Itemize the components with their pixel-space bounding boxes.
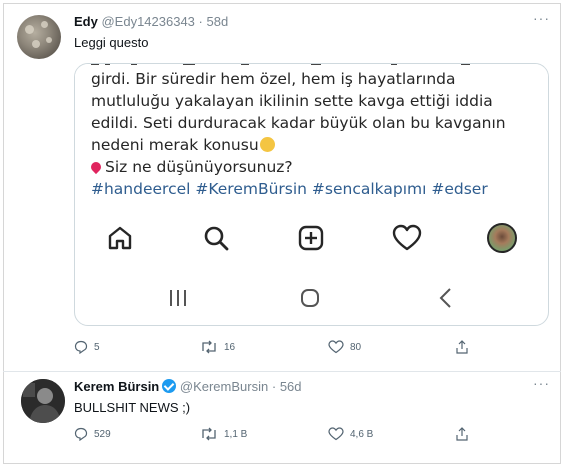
- back-chevron-icon[interactable]: [431, 284, 461, 312]
- avatar-kerem-bursin[interactable]: [21, 379, 65, 423]
- reply-button[interactable]: 5: [74, 340, 100, 354]
- separator-dot: ·: [271, 379, 277, 394]
- caption-hashtags[interactable]: #handeercel #KeremBürsin #sencalkapımı #…: [91, 178, 506, 200]
- like-heart-icon: [328, 340, 344, 354]
- heart-icon[interactable]: [391, 222, 423, 254]
- caption-line-1: girdi. Bir süredir hem özel, hem iş haya…: [91, 70, 456, 88]
- more-options-icon[interactable]: ···: [533, 375, 550, 391]
- caption-line-2: mutluluğu yakalayan ikilinin sette kavga…: [91, 92, 493, 110]
- instagram-caption: girdi. Bir süredir hem özel, hem iş haya…: [75, 64, 548, 214]
- thinking-emoji-icon: [259, 137, 275, 152]
- separator-dot: ·: [198, 14, 203, 29]
- retweet-button[interactable]: 1,1 B: [200, 427, 247, 441]
- instagram-nav-bar: [75, 214, 548, 262]
- share-button[interactable]: [455, 340, 469, 354]
- cropped-text-edge: [91, 64, 470, 65]
- like-count: 4,6 B: [350, 428, 374, 440]
- retweet-icon: [202, 427, 216, 441]
- search-icon[interactable]: [200, 222, 232, 254]
- reply-icon: [74, 340, 88, 354]
- author-name[interactable]: Kerem Bürsin: [74, 379, 159, 394]
- share-icon: [456, 427, 468, 441]
- tweet2-actions: 529 1,1 B 4,6 B: [74, 427, 474, 447]
- tweet2-header: Kerem Bürsin @KeremBursin · 56d: [74, 379, 302, 394]
- tweet1-actions: 5 16 80: [74, 340, 474, 360]
- reply-count: 529: [94, 428, 111, 440]
- share-icon: [456, 340, 468, 354]
- home-icon[interactable]: [104, 222, 136, 254]
- profile-avatar[interactable]: [486, 222, 518, 254]
- verified-badge-icon: [162, 379, 177, 393]
- add-post-icon[interactable]: [295, 222, 327, 254]
- caption-line-4: nedeni merak konusu: [91, 136, 259, 154]
- retweet-button[interactable]: 16: [200, 340, 235, 354]
- tweet-text: BULLSHIT NEWS ;): [74, 400, 191, 415]
- tweet-time[interactable]: 56d: [280, 379, 302, 394]
- author-handle[interactable]: @KeremBursin: [180, 379, 268, 394]
- caption-question: Siz ne düşünüyorsunuz?: [105, 158, 293, 176]
- retweet-count: 16: [224, 341, 236, 353]
- pin-emoji-icon: [88, 159, 104, 175]
- like-button[interactable]: 4,6 B: [328, 427, 373, 441]
- share-button[interactable]: [455, 427, 469, 441]
- tweet1-header: Edy @Edy14236343 · 58d: [74, 14, 228, 29]
- caption-line-3: edildi. Seti durduracak kadar büyük olan…: [91, 114, 506, 132]
- retweet-icon: [202, 340, 216, 354]
- embedded-screenshot[interactable]: girdi. Bir süredir hem özel, hem iş haya…: [74, 63, 549, 326]
- author-handle[interactable]: @Edy14236343: [101, 14, 194, 29]
- tweet-time[interactable]: 58d: [207, 14, 229, 29]
- more-options-icon[interactable]: ···: [533, 10, 550, 26]
- like-heart-icon: [328, 427, 344, 441]
- reply-button[interactable]: 529: [74, 427, 111, 441]
- android-system-bar: [75, 272, 548, 322]
- reply-count: 5: [94, 341, 100, 353]
- reply-icon: [74, 427, 88, 441]
- tweet-text: Leggi questo: [74, 35, 149, 50]
- home-circle-icon[interactable]: [295, 284, 325, 312]
- retweet-count: 1,1 B: [224, 428, 248, 440]
- author-name[interactable]: Edy: [74, 14, 98, 29]
- like-button[interactable]: 80: [328, 340, 361, 354]
- tweet-divider: [3, 371, 561, 372]
- avatar-edy[interactable]: [17, 15, 61, 59]
- like-count: 80: [350, 341, 362, 353]
- recent-apps-icon[interactable]: [163, 284, 193, 312]
